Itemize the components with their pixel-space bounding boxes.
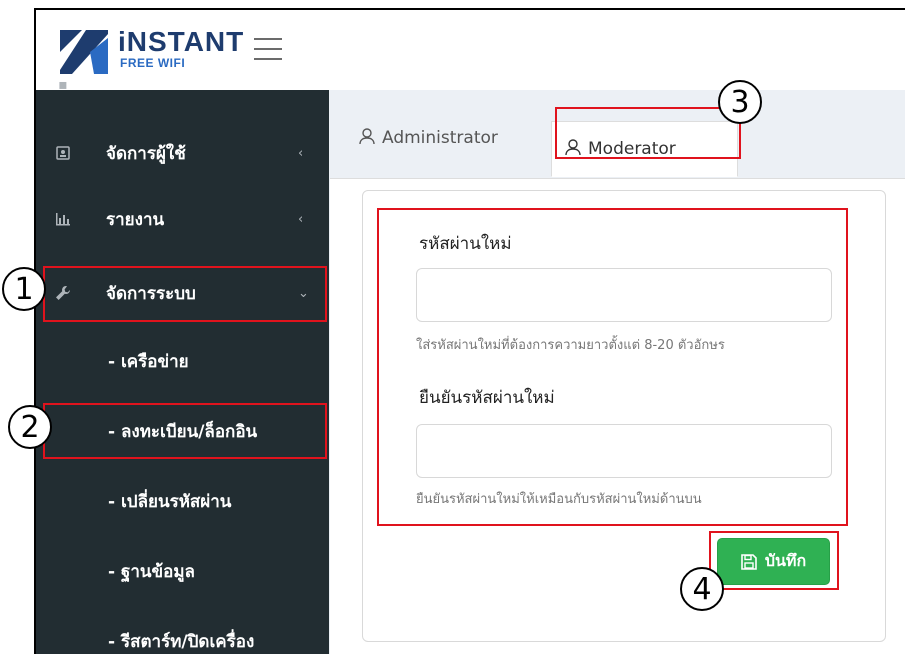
floppy-disk-icon — [741, 553, 757, 570]
sidebar-item-partial[interactable]: ▪ — [36, 62, 329, 108]
sidebar-subitem-register-login[interactable]: - ลงทะเบียน/ล็อกอิน — [36, 408, 329, 454]
confirm-password-label: ยืนยันรหัสผ่านใหม่ — [419, 388, 555, 408]
sidebar-subitem-change-password[interactable]: - เปลี่ยนรหัสผ่าน — [36, 478, 329, 524]
tab-moderator[interactable]: Moderator — [551, 121, 738, 177]
confirm-password-input[interactable] — [416, 424, 832, 478]
sidebar-item-label: รายงาน — [106, 209, 165, 230]
chevron-left-icon: ‹ — [298, 211, 304, 227]
new-password-label: รหัสผ่านใหม่ — [419, 234, 512, 254]
marker-3: 3 — [718, 80, 762, 124]
sidebar-subitem-label: - เปลี่ยนรหัสผ่าน — [108, 491, 232, 512]
tab-label: Moderator — [588, 139, 676, 159]
marker-1: 1 — [2, 267, 46, 311]
tab-label: Administrator — [382, 128, 498, 148]
wrench-icon — [54, 284, 72, 302]
save-button[interactable]: บันทึก — [717, 538, 830, 585]
sidebar-subitem-restart-shutdown[interactable]: - รีสตาร์ท/ปิดเครื่อง — [36, 618, 329, 654]
sidebar-item-system[interactable]: จัดการระบบ ⌄ — [36, 270, 329, 316]
sidebar-item-label: จัดการระบบ — [106, 283, 196, 304]
app-window: iNSTANT FREE WIFI ▪ จัดการผู้ใช้ ‹ รายงา… — [34, 8, 905, 654]
user-icon — [564, 138, 582, 161]
confirm-password-help: ยืนยันรหัสผ่านใหม่ให้เหมือนกับรหัสผ่านให… — [416, 492, 702, 507]
chevron-down-icon: ⌄ — [298, 285, 309, 301]
user-card-icon — [54, 144, 72, 162]
new-password-input[interactable] — [416, 268, 832, 322]
tab-administrator[interactable]: Administrator — [346, 110, 510, 166]
marker-2: 2 — [8, 405, 52, 449]
partial-icon: ▪ — [58, 77, 68, 93]
sidebar-subitem-label: - เครือข่าย — [108, 351, 189, 372]
save-button-label: บันทึก — [764, 551, 807, 570]
sidebar-subitem-label: - ฐานข้อมูล — [108, 561, 195, 582]
sidebar: ▪ จัดการผู้ใช้ ‹ รายงาน ‹ จัดการระบบ ⌄ -… — [36, 77, 329, 654]
marker-4: 4 — [680, 567, 724, 611]
sidebar-subitem-network[interactable]: - เครือข่าย — [36, 338, 329, 384]
user-icon — [358, 127, 376, 150]
sidebar-item-reports[interactable]: รายงาน ‹ — [36, 196, 329, 242]
sidebar-subitem-database[interactable]: - ฐานข้อมูล — [36, 548, 329, 594]
sidebar-subitem-label: - ลงทะเบียน/ล็อกอิน — [108, 421, 258, 442]
bar-chart-icon — [54, 210, 72, 228]
tabs-divider — [330, 178, 905, 179]
new-password-help: ใส่รหัสผ่านใหม่ที่ต้องการความยาวตั้งแต่ … — [416, 338, 725, 353]
top-bar — [329, 10, 905, 90]
brand-name: iNSTANT — [118, 26, 245, 57]
hamburger-menu-icon[interactable] — [254, 38, 282, 60]
sidebar-subitem-label: - รีสตาร์ท/ปิดเครื่อง — [108, 631, 255, 652]
chevron-left-icon: ‹ — [298, 145, 304, 161]
sidebar-item-label: จัดการผู้ใช้ — [106, 143, 186, 164]
sidebar-item-users[interactable]: จัดการผู้ใช้ ‹ — [36, 130, 329, 176]
